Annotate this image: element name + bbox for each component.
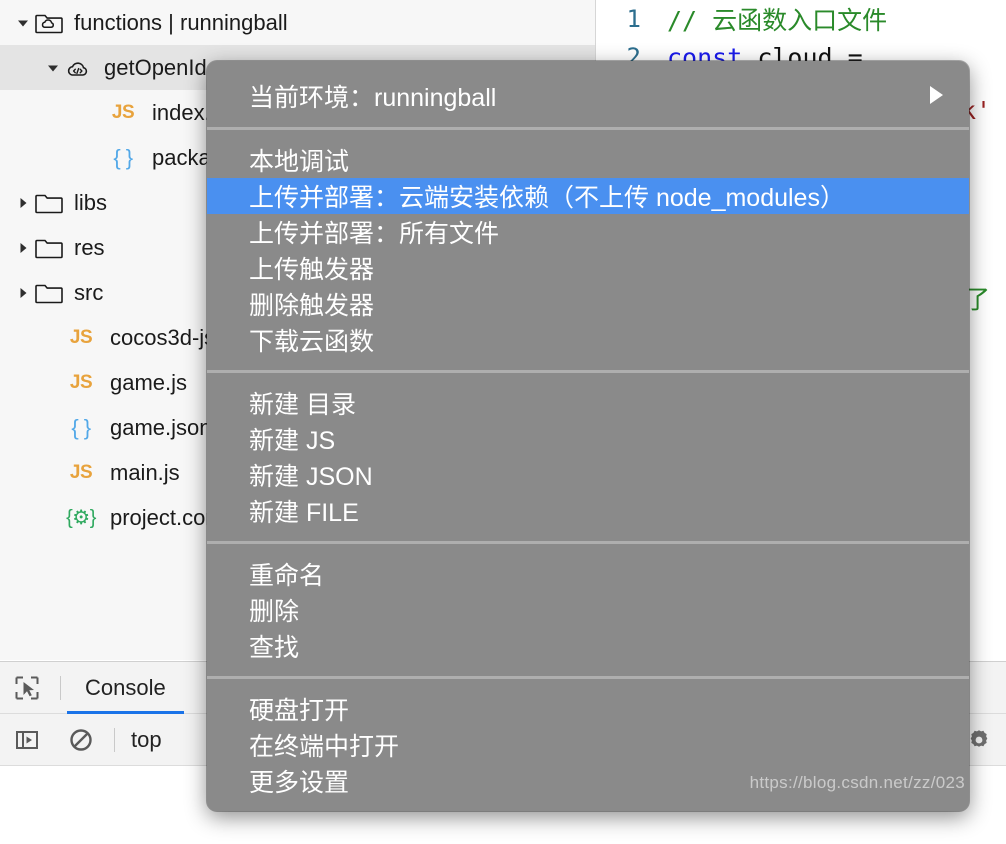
menu-item-label: 新建 JS: [249, 427, 336, 455]
folder-icon: [34, 188, 64, 218]
menu-item-label: 重命名: [249, 562, 325, 590]
js-file-icon: JS: [69, 371, 93, 393]
console-log-line: fs:frag|USE_TEXTURE1' compilation succes…: [38, 817, 1006, 839]
menu-item-download-cloud-function[interactable]: 下载云函数: [207, 322, 969, 358]
json-file-icon: { }: [113, 144, 133, 170]
js-file-icon: JS: [111, 101, 135, 123]
menu-item-label: 在终端中打开: [249, 733, 400, 761]
menu-item-label: 查找: [249, 634, 300, 662]
menu-item-label: 新建 JSON: [249, 463, 373, 491]
menu-item-label: 本地调试: [249, 148, 350, 176]
tree-label: cocos3d-js: [110, 324, 216, 350]
menu-item-more-settings[interactable]: 更多设置: [207, 763, 969, 799]
divider: [60, 675, 61, 700]
menu-item-find[interactable]: 查找: [207, 628, 969, 664]
folder-icon: [34, 278, 64, 308]
tree-label: getOpenId: [104, 54, 207, 80]
menu-item-upload-trigger[interactable]: 上传触发器: [207, 250, 969, 286]
menu-item-label: 下载云函数: [249, 328, 375, 356]
code-comment: // 云函数入口文件: [667, 6, 888, 35]
tree-label: libs: [74, 189, 108, 215]
menu-item-current-environment[interactable]: 当前环境：runningball: [207, 73, 969, 117]
menu-item-delete[interactable]: 删除: [207, 592, 969, 628]
chevron-right-icon[interactable]: [12, 240, 34, 256]
menu-item-label: 删除: [249, 598, 300, 626]
chevron-down-icon[interactable]: [42, 60, 64, 76]
js-file-icon: JS: [69, 326, 93, 348]
app-window: functions | runningball getOpenId JS ind…: [0, 0, 1006, 844]
menu-item-local-debug[interactable]: 本地调试: [207, 142, 969, 178]
tree-label: game.js: [110, 369, 188, 395]
menu-item-label: 更多设置: [249, 769, 350, 797]
js-file-icon: JS: [69, 461, 93, 483]
context-menu-header-group: 当前环境：runningball: [207, 61, 969, 127]
config-file-icon: {⚙}: [66, 507, 96, 529]
menu-item-new-js[interactable]: 新建 JS: [207, 421, 969, 457]
menu-item-new-file[interactable]: 新建 FILE: [207, 493, 969, 529]
menu-item-label: 上传触发器: [249, 256, 375, 284]
tree-label: functions | runningball: [74, 9, 288, 35]
context-menu-group-deploy: 本地调试 上传并部署：云端安装依赖（不上传 node_modules） 上传并部…: [207, 130, 969, 370]
menu-item-new-directory[interactable]: 新建 目录: [207, 385, 969, 421]
cloud-folder-icon: [34, 8, 64, 38]
menu-item-label: 新建 FILE: [249, 499, 359, 527]
context-menu: 当前环境：runningball 本地调试 上传并部署：云端安装依赖（不上传 n…: [207, 61, 969, 811]
chevron-right-icon[interactable]: [12, 195, 34, 211]
tree-label: src: [74, 279, 104, 305]
cloud-function-icon: [64, 53, 94, 83]
code-line-1: 1 // 云函数入口文件: [597, 0, 1006, 38]
menu-item-upload-deploy-cloud-install[interactable]: 上传并部署：云端安装依赖（不上传 node_modules）: [207, 178, 969, 214]
tree-label: res: [74, 234, 105, 260]
menu-item-label: 新建 目录: [249, 391, 356, 419]
execution-context-select[interactable]: top: [121, 727, 172, 753]
menu-item-open-in-finder[interactable]: 硬盘打开: [207, 691, 969, 727]
tree-label: main.js: [110, 459, 180, 485]
menu-item-open-in-terminal[interactable]: 在终端中打开: [207, 727, 969, 763]
context-menu-group-new: 新建 目录 新建 JS 新建 JSON 新建 FILE: [207, 373, 969, 541]
line-number: 1: [626, 5, 641, 33]
inspect-element-icon[interactable]: [0, 662, 54, 714]
divider: [114, 727, 115, 752]
menu-item-delete-trigger[interactable]: 删除触发器: [207, 286, 969, 322]
context-menu-group-edit: 重命名 删除 查找: [207, 544, 969, 676]
chevron-right-icon: [930, 86, 943, 104]
tab-console[interactable]: Console: [67, 662, 184, 714]
json-file-icon: { }: [71, 414, 91, 440]
clear-console-icon[interactable]: [54, 714, 108, 766]
menu-item-label: 硬盘打开: [249, 697, 350, 725]
chevron-right-icon[interactable]: [12, 285, 34, 301]
menu-item-upload-deploy-all-files[interactable]: 上传并部署：所有文件: [207, 214, 969, 250]
chevron-down-icon[interactable]: [12, 15, 34, 31]
context-menu-group-open: 硬盘打开 在终端中打开 更多设置: [207, 679, 969, 811]
console-sidebar-icon[interactable]: [0, 714, 54, 766]
tree-label: game.json: [110, 414, 212, 440]
menu-item-label: 上传并部署：云端安装依赖（不上传 node_modules）: [249, 184, 845, 212]
menu-item-label: 删除触发器: [249, 292, 375, 320]
menu-item-label: 当前环境：runningball: [249, 84, 497, 112]
menu-item-new-json[interactable]: 新建 JSON: [207, 457, 969, 493]
menu-item-rename[interactable]: 重命名: [207, 556, 969, 592]
menu-item-label: 上传并部署：所有文件: [249, 220, 500, 248]
tree-row-functions-root[interactable]: functions | runningball: [0, 0, 595, 45]
folder-icon: [34, 233, 64, 263]
